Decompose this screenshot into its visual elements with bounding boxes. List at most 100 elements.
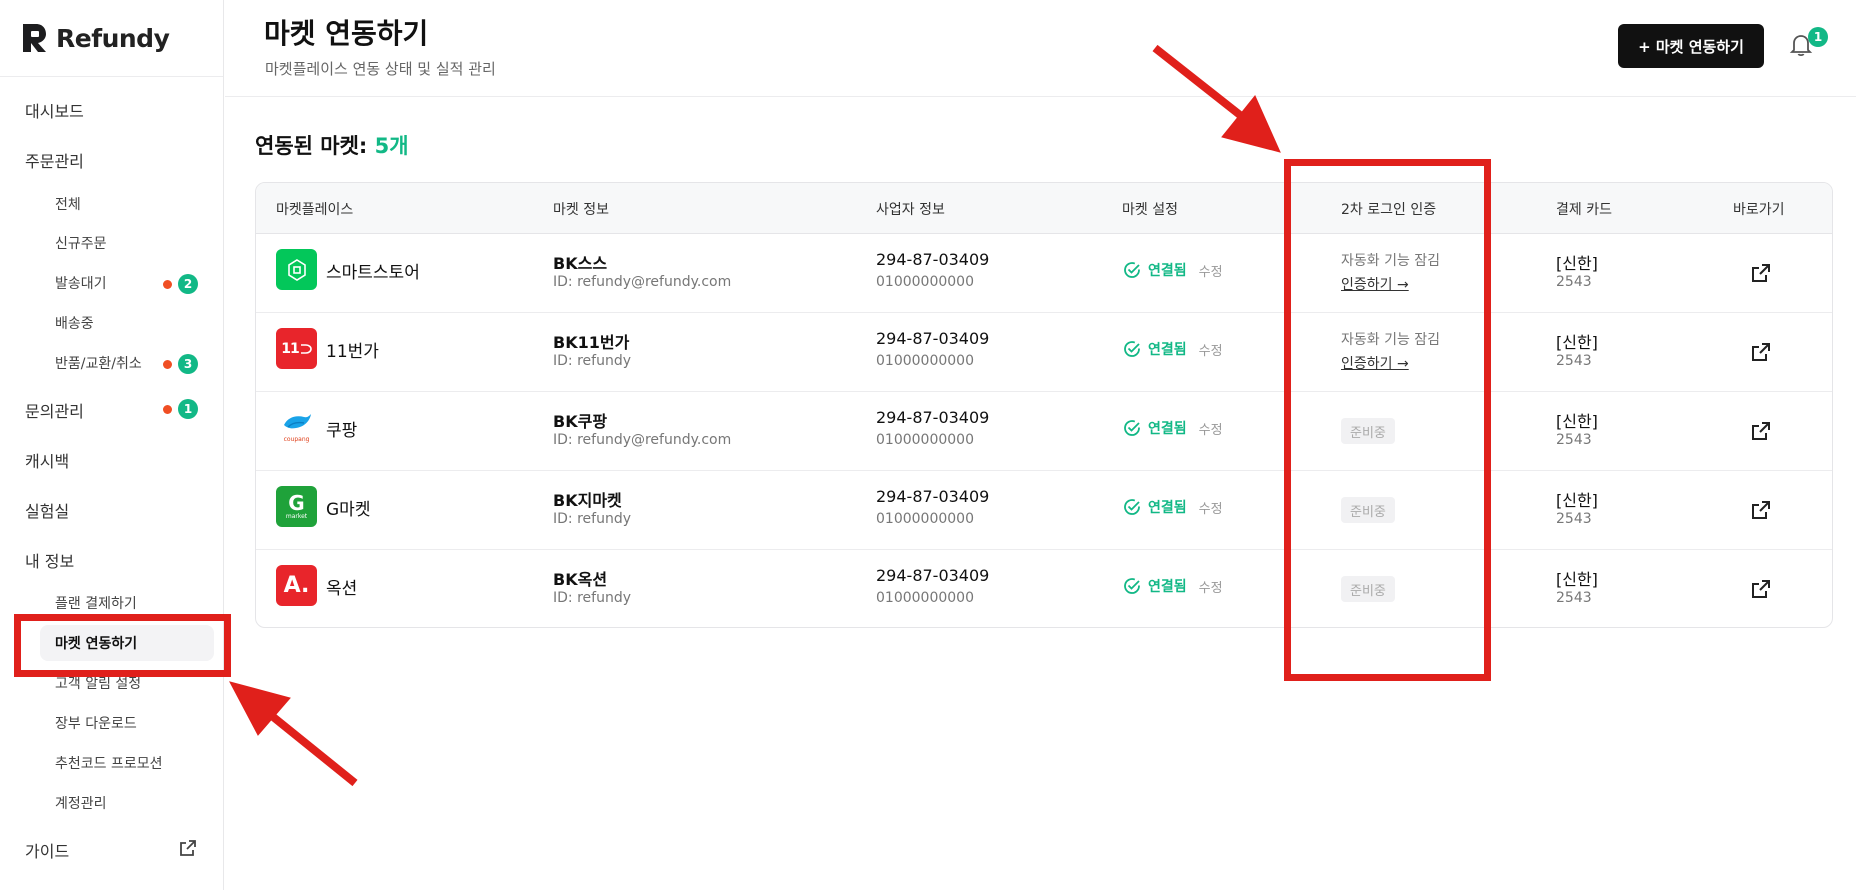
markets-table: 마켓플레이스 마켓 정보 사업자 정보 마켓 설정 2차 로그인 인증 결제 카… [255,182,1833,628]
inquiries-badge: 1 [163,399,198,419]
market-info-id: ID: refundy@refundy.com [553,432,732,448]
column-header-market-info: 마켓 정보 [553,202,609,218]
market-info-id: ID: refundy [553,590,631,606]
business-number: 294-87-03409 [876,408,990,427]
market-name: G마켓 [326,500,371,520]
sidebar-item-ledger-download[interactable]: 장부 다운로드 [55,713,137,733]
business-number: 294-87-03409 [876,487,990,506]
header-divider [225,96,1856,97]
market-info-name: BK쿠팡 [553,412,608,431]
check-circle-icon [1124,578,1140,594]
market-info-name: BK지마켓 [553,491,622,510]
business-phone: 01000000000 [876,511,974,527]
market-name: 쿠팡 [326,421,358,441]
returns-count: 3 [178,354,198,374]
table-row: 11 11번가 BK11번가 ID: refundy 294-87-03409 … [256,313,1832,392]
page-subtitle: 마켓플레이스 연동 상태 및 실적 관리 [265,60,496,78]
edit-link[interactable]: 수정 [1199,419,1223,438]
sidebar-item-dashboard[interactable]: 대시보드 [25,98,84,122]
card-number: 2543 [1556,353,1592,369]
arrow-to-2fa-column [1152,44,1281,153]
status-text: 연결됨 [1148,500,1187,516]
awaiting-shipment-count: 2 [178,274,198,294]
auction-logo-icon: A. [276,565,317,606]
check-circle-icon [1124,499,1140,515]
column-header-shortcut: 바로가기 [1733,202,1785,218]
status-text: 연결됨 [1148,579,1187,595]
status-text: 연결됨 [1148,263,1187,279]
status-text: 연결됨 [1148,342,1187,358]
notification-count: 1 [1808,27,1828,47]
business-phone: 01000000000 [876,353,974,369]
sidebar-item-orders[interactable]: 주문관리 [25,148,84,172]
card-issuer: [신한] [1556,570,1598,589]
business-phone: 01000000000 [876,274,974,290]
alert-dot [163,359,172,369]
external-link-icon[interactable] [1750,499,1772,521]
sidebar-item-in-delivery[interactable]: 배송중 [55,313,94,333]
table-row: G market G마켓 BK지마켓 ID: refundy 294-87-03… [256,471,1832,550]
smartstore-logo-icon [276,249,317,290]
arrow-to-sidebar [229,681,358,787]
coupang-logo-icon: coupang [276,407,317,448]
sidebar-item-my-info[interactable]: 내 정보 [25,548,74,572]
inquiries-count: 1 [178,399,198,419]
sidebar: Refundy 대시보드 주문관리 전체 신규주문 발송대기 2 배송중 반품/… [0,0,224,890]
sidebar-item-awaiting-shipment[interactable]: 발송대기 [55,273,107,293]
table-row: A. 옥션 BK옥션 ID: refundy 294-87-03409 0100… [256,550,1832,627]
external-link-icon[interactable] [178,838,198,858]
business-phone: 01000000000 [876,590,974,606]
alert-dot [163,279,172,289]
market-info-id: ID: refundy [553,511,631,527]
alert-dot [163,404,172,414]
market-name: 11번가 [326,342,379,362]
sidebar-item-new-orders[interactable]: 신규주문 [55,233,107,253]
card-issuer: [신한] [1556,412,1598,431]
linked-markets-label: 연동된 마켓: [255,134,375,158]
sidebar-item-orders-all[interactable]: 전체 [55,194,81,214]
sidebar-item-plan-payment[interactable]: 플랜 결제하기 [55,593,137,613]
11st-logo-icon: 11 [276,328,317,369]
check-circle-icon [1124,341,1140,357]
card-number: 2543 [1556,274,1592,290]
card-number: 2543 [1556,432,1592,448]
external-link-icon[interactable] [1750,420,1772,442]
column-header-business-info: 사업자 정보 [876,202,945,218]
column-header-payment-card: 결제 카드 [1556,202,1612,218]
sidebar-item-inquiries[interactable]: 문의관리 [25,398,84,422]
connection-status: 연결됨 수정 [1122,576,1223,596]
sidebar-item-guide[interactable]: 가이드 [25,838,69,862]
check-circle-icon [1124,262,1140,278]
market-info-name: BK11번가 [553,333,630,352]
market-info-name: BK스스 [553,254,608,273]
edit-link[interactable]: 수정 [1199,577,1223,596]
business-number: 294-87-03409 [876,566,990,585]
sidebar-item-lab[interactable]: 실험실 [25,498,69,522]
market-info-id: ID: refundy [553,353,631,369]
market-info-name: BK옥션 [553,570,608,589]
returns-badge: 3 [163,354,198,374]
edit-link[interactable]: 수정 [1199,498,1223,517]
sidebar-item-referral-promo[interactable]: 추천코드 프로모션 [55,753,163,773]
highlight-box-sidebar [14,614,231,677]
sidebar-item-account[interactable]: 계정관리 [55,793,107,813]
edit-link[interactable]: 수정 [1199,261,1223,280]
card-number: 2543 [1556,590,1592,606]
column-header-market-settings: 마켓 설정 [1122,202,1178,218]
market-info-id: ID: refundy@refundy.com [553,274,732,290]
sidebar-item-cashback[interactable]: 캐시백 [25,448,69,472]
card-issuer: [신한] [1556,254,1598,273]
add-market-button[interactable]: + 마켓 연동하기 [1618,24,1764,68]
logo[interactable]: Refundy [20,20,170,56]
page-title: 마켓 연동하기 [264,17,429,50]
column-header-marketplace: 마켓플레이스 [276,202,354,218]
market-name: 옥션 [326,579,358,599]
market-name: 스마트스토어 [326,263,420,283]
external-link-icon[interactable] [1750,578,1772,600]
sidebar-item-returns[interactable]: 반품/교환/취소 [55,353,142,373]
external-link-icon[interactable] [1750,262,1772,284]
connection-status: 연결됨 수정 [1122,497,1223,517]
edit-link[interactable]: 수정 [1199,340,1223,359]
logo-text: Refundy [56,23,170,53]
external-link-icon[interactable] [1750,341,1772,363]
